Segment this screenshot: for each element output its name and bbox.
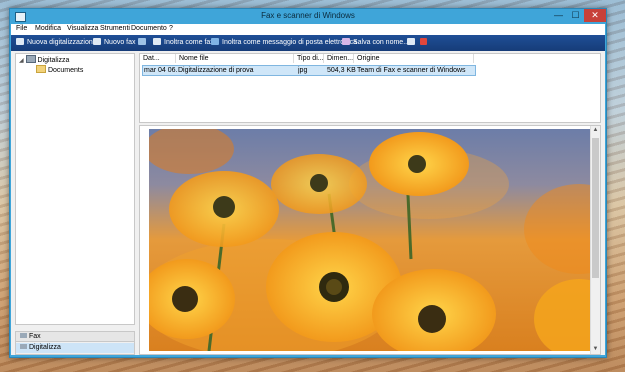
flower-top-right (369, 132, 469, 196)
new-scan-button[interactable]: Nuova digitalizzazione (16, 38, 97, 48)
email-icon (211, 38, 219, 45)
scanner-icon (16, 38, 24, 45)
folder-icon (36, 65, 46, 73)
delete-button[interactable] (420, 38, 430, 48)
document-list: Dat... Nome file Tipo di... Dimen... Ori… (139, 53, 601, 123)
save-icon (342, 38, 350, 45)
table-row[interactable]: mar 04 06... Digitalizzazione di prova j… (142, 65, 476, 76)
column-header-filename[interactable]: Nome file (176, 54, 294, 63)
column-header-date[interactable]: Dat... (140, 54, 176, 63)
new-fax-button[interactable]: Nuovo fax (93, 38, 136, 48)
forward-email-button[interactable]: Inoltra come messaggio di posta elettron… (211, 38, 357, 48)
scroll-up-icon[interactable]: ▲ (591, 126, 600, 135)
menu-documento[interactable]: Documento (131, 25, 167, 32)
tree-item-digitalizza[interactable]: ◢ Digitalizza (19, 55, 69, 64)
forward-fax-button[interactable]: Inoltra come fax (153, 38, 214, 48)
menu-visualizza[interactable]: Visualizza (67, 25, 98, 32)
flower-center-left (169, 171, 279, 247)
menu-strumenti[interactable]: Strumenti (100, 25, 130, 32)
cell-origin: Team di Fax e scanner di Windows (357, 67, 466, 74)
column-header-size[interactable]: Dimen... (324, 54, 354, 63)
column-header-type[interactable]: Tipo di... (294, 54, 324, 63)
toolbar: Nuova digitalizzazione Nuovo fax Inoltra… (11, 35, 605, 51)
scroll-down-icon[interactable]: ▼ (591, 345, 600, 354)
preview-scrollbar[interactable]: ▲ ▼ (590, 126, 600, 354)
fax-icon (93, 38, 101, 45)
column-header-origin[interactable]: Origine (354, 54, 474, 63)
printer-icon (407, 38, 415, 45)
scanner-icon (20, 344, 27, 349)
tree-item-documents[interactable]: Documents (36, 65, 83, 74)
menu-file[interactable]: File (16, 25, 27, 32)
title-bar[interactable]: Fax e scanner di Windows — ☐ ✕ (10, 9, 606, 24)
folder-tree: ◢ Digitalizza Documents (15, 53, 135, 325)
minimize-button[interactable]: — (550, 9, 567, 22)
delete-icon (420, 38, 427, 45)
view-switcher: Fax Digitalizza (15, 331, 135, 355)
menu-help[interactable]: ? (169, 25, 173, 32)
flower-top-middle (271, 154, 367, 214)
preview-pane: ▲ ▼ (139, 125, 601, 355)
contacts-icon (138, 38, 146, 45)
collapse-icon[interactable]: ◢ (19, 58, 24, 64)
nav-digitalizza[interactable]: Digitalizza (16, 343, 134, 353)
cell-date: mar 04 06... (144, 67, 178, 74)
cell-type: jpg (298, 67, 308, 74)
print-button[interactable] (407, 38, 418, 48)
cell-size: 504,3 KB (327, 67, 356, 74)
main-content: ◢ Digitalizza Documents Fax Digitalizza … (11, 51, 605, 355)
window-title: Fax e scanner di Windows (261, 11, 355, 20)
app-window: Fax e scanner di Windows — ☐ ✕ File Modi… (9, 8, 607, 358)
save-as-button[interactable]: Salva con nome... (342, 38, 409, 48)
close-button[interactable]: ✕ (584, 9, 606, 22)
scanner-icon (25, 55, 36, 63)
scanned-image-preview (149, 129, 594, 351)
nav-fax[interactable]: Fax (16, 332, 134, 342)
maximize-button[interactable]: ☐ (567, 9, 584, 22)
menu-bar: File Modifica Visualizza Strumenti Docum… (11, 24, 605, 35)
cell-filename: Digitalizzazione di prova (178, 67, 254, 74)
forward-fax-icon (153, 38, 161, 45)
scrollbar-thumb[interactable] (592, 138, 599, 278)
contacts-button[interactable] (138, 38, 149, 48)
fax-icon (20, 333, 27, 338)
menu-modifica[interactable]: Modifica (35, 25, 61, 32)
